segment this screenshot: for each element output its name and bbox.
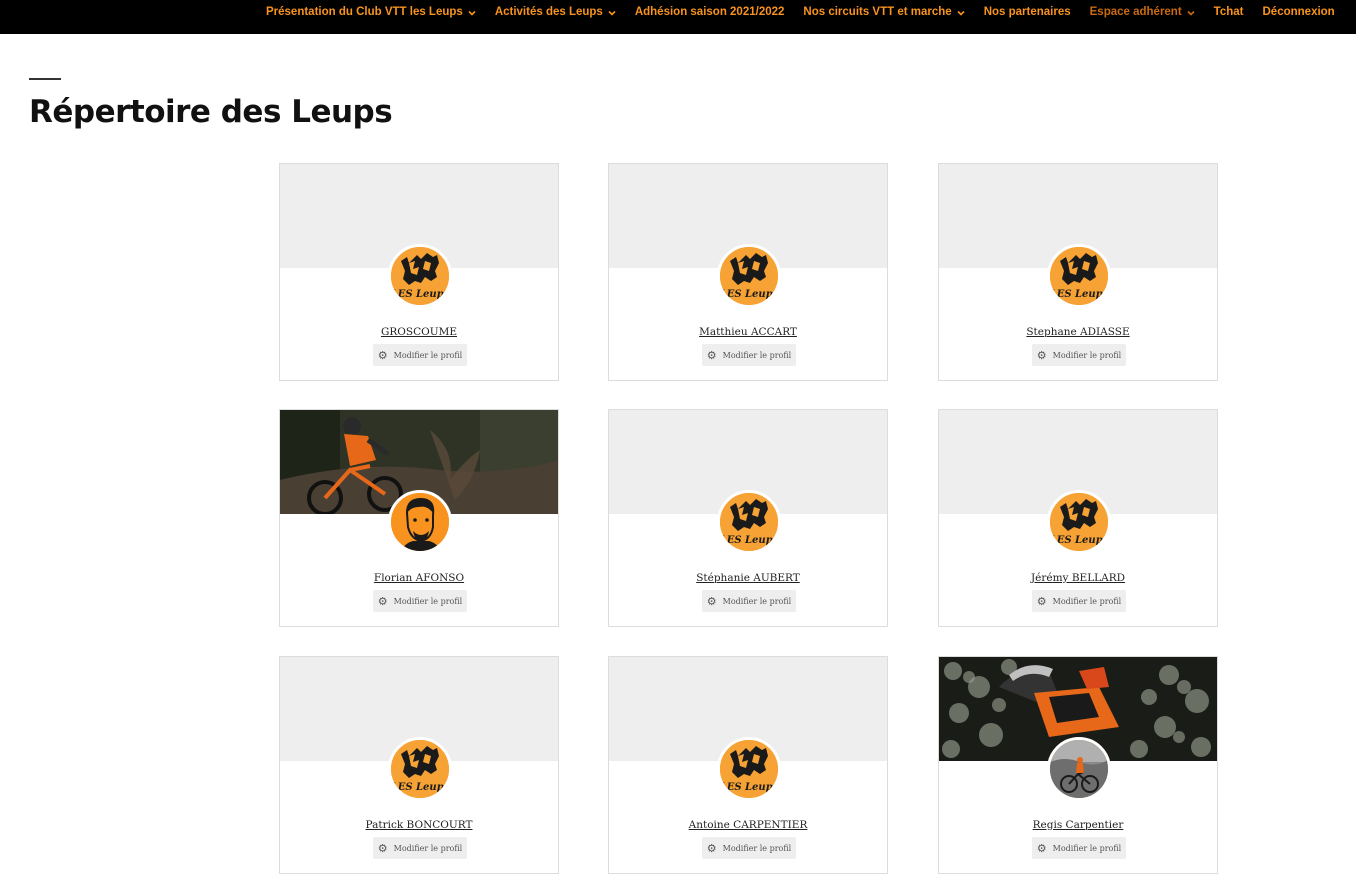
svg-text:LES Leups: LES Leups bbox=[720, 782, 778, 793]
edit-profile-label: Modifier le profil bbox=[722, 843, 792, 853]
gear-icon: ⚙ bbox=[1036, 594, 1047, 608]
leups-logo-icon: LES Leups bbox=[720, 247, 778, 305]
member-name-link[interactable]: Regis Carpentier bbox=[939, 819, 1217, 831]
gear-icon: ⚙ bbox=[706, 594, 717, 608]
nav-item-label: Nos circuits VTT et marche bbox=[803, 6, 952, 18]
member-avatar[interactable]: LES Leups bbox=[717, 490, 781, 554]
leups-logo-icon: LES Leups bbox=[391, 740, 449, 798]
gear-icon: ⚙ bbox=[1036, 841, 1047, 855]
edit-profile-button[interactable]: ⚙ Modifier le profil bbox=[1032, 590, 1126, 612]
svg-text:LES Leups: LES Leups bbox=[391, 782, 449, 793]
member-name-link[interactable]: Jérémy BELLARD bbox=[939, 572, 1217, 584]
nav-item-6[interactable]: Tchat bbox=[1214, 6, 1244, 18]
chevron-down-icon bbox=[468, 9, 476, 18]
member-name-link[interactable]: Florian AFONSO bbox=[280, 572, 558, 584]
edit-profile-label: Modifier le profil bbox=[1052, 596, 1122, 606]
member-card: Florian AFONSO ⚙ Modifier le profil bbox=[279, 409, 559, 627]
svg-text:LES Leups: LES Leups bbox=[720, 535, 778, 546]
member-name-link[interactable]: Stephane ADIASSE bbox=[939, 326, 1217, 338]
edit-profile-label: Modifier le profil bbox=[722, 596, 792, 606]
member-avatar[interactable]: LES Leups bbox=[388, 737, 452, 801]
member-name-link[interactable]: Matthieu ACCART bbox=[609, 326, 887, 338]
main-menu: Présentation du Club VTT les Leups Activi… bbox=[266, 0, 1335, 24]
member-name-link[interactable]: Patrick BONCOURT bbox=[280, 819, 558, 831]
nav-item-label: Activités des Leups bbox=[494, 6, 603, 18]
rider-avatar-icon bbox=[1050, 740, 1108, 798]
svg-text:LES Leups: LES Leups bbox=[1050, 289, 1108, 300]
gear-icon: ⚙ bbox=[377, 841, 388, 855]
nav-item-7[interactable]: Déconnexion bbox=[1263, 6, 1335, 18]
gear-icon: ⚙ bbox=[706, 348, 717, 362]
member-card: LES Leups Stephane ADIASSE ⚙ Modifier le p… bbox=[938, 163, 1218, 381]
gear-icon: ⚙ bbox=[1036, 348, 1047, 362]
title-divider bbox=[29, 78, 61, 80]
edit-profile-label: Modifier le profil bbox=[393, 843, 463, 853]
member-avatar[interactable]: LES Leups bbox=[717, 244, 781, 308]
top-navigation-bar: Présentation du Club VTT les Leups Activi… bbox=[0, 0, 1356, 34]
edit-profile-button[interactable]: ⚙ Modifier le profil bbox=[373, 344, 467, 366]
nav-item-label: Déconnexion bbox=[1262, 6, 1335, 18]
gear-icon: ⚙ bbox=[706, 841, 717, 855]
member-avatar[interactable]: LES Leups bbox=[717, 737, 781, 801]
member-avatar[interactable] bbox=[1047, 737, 1111, 801]
leups-logo-icon: LES Leups bbox=[720, 740, 778, 798]
edit-profile-button[interactable]: ⚙ Modifier le profil bbox=[373, 590, 467, 612]
page-title: Répertoire des Leups bbox=[29, 94, 393, 130]
leups-logo-icon: LES Leups bbox=[391, 247, 449, 305]
nav-item-5[interactable]: Espace adhérent bbox=[1090, 6, 1195, 18]
edit-profile-label: Modifier le profil bbox=[393, 350, 463, 360]
leups-logo-icon: LES Leups bbox=[1050, 493, 1108, 551]
leups-logo-icon: LES Leups bbox=[720, 493, 778, 551]
edit-profile-label: Modifier le profil bbox=[393, 596, 463, 606]
edit-profile-button[interactable]: ⚙ Modifier le profil bbox=[373, 837, 467, 859]
portrait-icon bbox=[391, 493, 449, 551]
edit-profile-button[interactable]: ⚙ Modifier le profil bbox=[1032, 344, 1126, 366]
nav-item-1[interactable]: Activités des Leups bbox=[495, 6, 616, 18]
edit-profile-label: Modifier le profil bbox=[1052, 350, 1122, 360]
svg-text:LES Leups: LES Leups bbox=[720, 289, 778, 300]
member-avatar[interactable] bbox=[388, 490, 452, 554]
member-card: LES Leups Jérémy BELLARD ⚙ Modifier le pro… bbox=[938, 409, 1218, 627]
member-name-link[interactable]: GROSCOUME bbox=[280, 326, 558, 338]
member-card: LES Leups Antoine CARPENTIER ⚙ Modifier le… bbox=[608, 656, 888, 874]
gear-icon: ⚙ bbox=[377, 594, 388, 608]
chevron-down-icon bbox=[957, 9, 965, 18]
edit-profile-label: Modifier le profil bbox=[1052, 843, 1122, 853]
nav-item-label: Adhésion saison 2021/2022 bbox=[634, 6, 785, 18]
svg-text:LES Leups: LES Leups bbox=[391, 289, 449, 300]
member-card: LES Leups Matthieu ACCART ⚙ Modifier le pr… bbox=[608, 163, 888, 381]
edit-profile-button[interactable]: ⚙ Modifier le profil bbox=[702, 837, 796, 859]
nav-item-2[interactable]: Adhésion saison 2021/2022 bbox=[635, 6, 785, 18]
member-card: LES Leups GROSCOUME ⚙ Modifier le profil bbox=[279, 163, 559, 381]
nav-item-label: Tchat bbox=[1213, 6, 1244, 18]
member-name-link[interactable]: Antoine CARPENTIER bbox=[609, 819, 887, 831]
member-card: LES Leups Stéphanie AUBERT ⚙ Modifier le p… bbox=[608, 409, 888, 627]
leups-logo-icon: LES Leups bbox=[1050, 247, 1108, 305]
nav-item-label: Espace adhérent bbox=[1089, 6, 1182, 18]
nav-item-label: Nos partenaires bbox=[983, 6, 1071, 18]
edit-profile-button[interactable]: ⚙ Modifier le profil bbox=[702, 344, 796, 366]
edit-profile-button[interactable]: ⚙ Modifier le profil bbox=[702, 590, 796, 612]
gear-icon: ⚙ bbox=[377, 348, 388, 362]
member-card: Regis Carpentier ⚙ Modifier le profil bbox=[938, 656, 1218, 874]
member-avatar[interactable]: LES Leups bbox=[1047, 490, 1111, 554]
svg-text:LES Leups: LES Leups bbox=[1050, 535, 1108, 546]
nav-item-label: Présentation du Club VTT les Leups bbox=[266, 6, 463, 18]
member-card: LES Leups Patrick BONCOURT ⚙ Modifier le p… bbox=[279, 656, 559, 874]
nav-item-3[interactable]: Nos circuits VTT et marche bbox=[803, 6, 965, 18]
nav-item-4[interactable]: Nos partenaires bbox=[984, 6, 1071, 18]
chevron-down-icon bbox=[608, 9, 616, 18]
member-avatar[interactable]: LES Leups bbox=[1047, 244, 1111, 308]
chevron-down-icon bbox=[1187, 9, 1195, 18]
nav-item-0[interactable]: Présentation du Club VTT les Leups bbox=[266, 6, 476, 18]
edit-profile-button[interactable]: ⚙ Modifier le profil bbox=[1032, 837, 1126, 859]
edit-profile-label: Modifier le profil bbox=[722, 350, 792, 360]
member-name-link[interactable]: Stéphanie AUBERT bbox=[609, 572, 887, 584]
member-avatar[interactable]: LES Leups bbox=[388, 244, 452, 308]
